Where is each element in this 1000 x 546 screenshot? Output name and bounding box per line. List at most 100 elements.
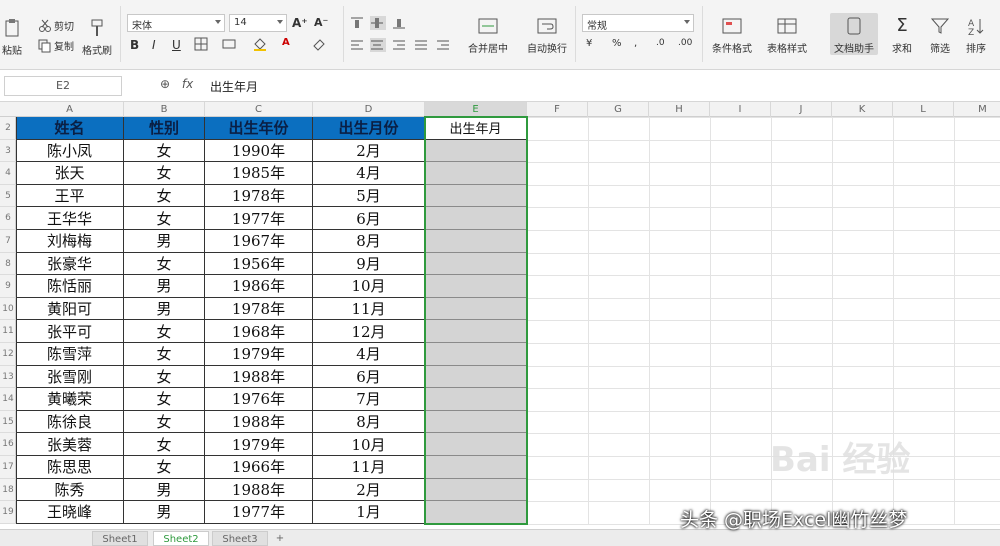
font-shrink-button[interactable]: A⁻: [314, 16, 328, 29]
cell-A4[interactable]: 张天: [16, 162, 124, 185]
cell-E7[interactable]: [425, 230, 527, 253]
row-header-4[interactable]: 4: [0, 162, 16, 185]
cell-B17[interactable]: 女: [124, 456, 205, 479]
cell-C10[interactable]: 1978年: [205, 297, 313, 321]
cell-A17[interactable]: 陈思思: [16, 456, 124, 479]
cell-B6[interactable]: 女: [124, 207, 205, 230]
increase-decimal-button[interactable]: .0: [656, 38, 665, 48]
cell-A14[interactable]: 黄曦荣: [16, 388, 124, 411]
conditional-format-button[interactable]: 条件格式: [712, 16, 752, 55]
cell-A10[interactable]: 黄阳可: [16, 297, 124, 321]
italic-button[interactable]: I: [152, 38, 156, 52]
row-header-5[interactable]: 5: [0, 185, 16, 208]
cell-D7[interactable]: 8月: [313, 230, 425, 253]
cell-D19[interactable]: 1月: [313, 501, 425, 524]
cell-E3[interactable]: [425, 139, 527, 163]
bold-button[interactable]: B: [130, 38, 139, 52]
cell-E12[interactable]: [425, 343, 527, 366]
fill-color-button[interactable]: [253, 37, 269, 51]
cell-D9[interactable]: 10月: [313, 275, 425, 298]
cell-D17[interactable]: 11月: [313, 456, 425, 479]
cell-B14[interactable]: 女: [124, 388, 205, 411]
merge-center-button[interactable]: 合并居中: [468, 16, 508, 55]
column-header-C[interactable]: C: [205, 102, 313, 117]
cell-A7[interactable]: 刘梅梅: [16, 230, 124, 253]
indent-button[interactable]: [436, 38, 452, 52]
cell-D13[interactable]: 6月: [313, 365, 425, 389]
cell-C13[interactable]: 1988年: [205, 365, 313, 389]
column-header-G[interactable]: G: [588, 102, 649, 117]
underline-button[interactable]: U: [172, 38, 181, 52]
cell-D4[interactable]: 4月: [313, 162, 425, 185]
row-header-2[interactable]: 2: [0, 117, 16, 140]
cell-A19[interactable]: 王晓峰: [16, 501, 124, 524]
align-bottom-button[interactable]: [392, 16, 408, 30]
filter-button[interactable]: 筛选: [930, 16, 950, 55]
sheet-tab-3[interactable]: Sheet3: [212, 531, 268, 546]
table-style-button[interactable]: 表格样式: [767, 16, 807, 55]
cell-E16[interactable]: [425, 433, 527, 456]
clear-button[interactable]: [312, 37, 328, 51]
cell-C4[interactable]: 1985年: [205, 162, 313, 185]
column-header-K[interactable]: K: [832, 102, 893, 117]
row-header-10[interactable]: 10: [0, 298, 16, 321]
font-grow-button[interactable]: A⁺: [292, 16, 308, 30]
cell-A13[interactable]: 张雪刚: [16, 365, 124, 389]
cell-B15[interactable]: 女: [124, 410, 205, 434]
cell-C7[interactable]: 1967年: [205, 230, 313, 253]
cell-C5[interactable]: 1978年: [205, 184, 313, 208]
cell-C11[interactable]: 1968年: [205, 320, 313, 343]
font-name-select[interactable]: 宋体: [127, 14, 225, 32]
cell-A6[interactable]: 王华华: [16, 207, 124, 230]
row-header-3[interactable]: 3: [0, 140, 16, 163]
row-header-8[interactable]: 8: [0, 253, 16, 276]
cell-C8[interactable]: 1956年: [205, 252, 313, 276]
cell-E5[interactable]: [425, 184, 527, 208]
cell-E10[interactable]: [425, 297, 527, 321]
row-header-16[interactable]: 16: [0, 433, 16, 456]
row-header-19[interactable]: 19: [0, 501, 16, 524]
cell-D6[interactable]: 6月: [313, 207, 425, 230]
align-center-button[interactable]: [370, 38, 386, 52]
border-button[interactable]: [194, 37, 210, 51]
align-top-button[interactable]: [350, 16, 366, 30]
cell-D18[interactable]: 2月: [313, 478, 425, 502]
sort-button[interactable]: AZ 排序: [966, 16, 986, 55]
cell-B2[interactable]: 性别: [124, 117, 205, 140]
cell-E11[interactable]: [425, 320, 527, 343]
cell-D15[interactable]: 8月: [313, 410, 425, 434]
sheet-tab-2[interactable]: Sheet2: [153, 531, 209, 546]
column-header-H[interactable]: H: [649, 102, 710, 117]
cell-D8[interactable]: 9月: [313, 252, 425, 276]
row-header-15[interactable]: 15: [0, 411, 16, 434]
format-painter-button[interactable]: 格式刷: [82, 18, 112, 57]
cell-B4[interactable]: 女: [124, 162, 205, 185]
cell-C17[interactable]: 1966年: [205, 456, 313, 479]
row-header-14[interactable]: 14: [0, 388, 16, 411]
cell-E2[interactable]: 出生年月: [425, 117, 527, 140]
cell-C2[interactable]: 出生年份: [205, 117, 313, 140]
justify-button[interactable]: [414, 38, 430, 52]
cell-D5[interactable]: 5月: [313, 184, 425, 208]
cell-D10[interactable]: 11月: [313, 297, 425, 321]
cell-A8[interactable]: 张豪华: [16, 252, 124, 276]
column-header-F[interactable]: F: [527, 102, 588, 117]
cell-C19[interactable]: 1977年: [205, 501, 313, 524]
column-header-B[interactable]: B: [124, 102, 205, 117]
zoom-icon[interactable]: ⊕: [160, 77, 170, 91]
cell-E18[interactable]: [425, 478, 527, 502]
cell-B18[interactable]: 男: [124, 478, 205, 502]
cut-button[interactable]: 剪切: [38, 18, 74, 33]
cell-D16[interactable]: 10月: [313, 433, 425, 456]
font-color-button[interactable]: A: [282, 37, 290, 48]
row-header-13[interactable]: 13: [0, 366, 16, 389]
column-header-M[interactable]: M: [954, 102, 1000, 117]
cell-A3[interactable]: 陈小凤: [16, 139, 124, 163]
cell-E9[interactable]: [425, 275, 527, 298]
cell-E19[interactable]: [425, 501, 527, 524]
cell-E8[interactable]: [425, 252, 527, 276]
cell-style-button[interactable]: [222, 37, 238, 51]
cell-A15[interactable]: 陈徐良: [16, 410, 124, 434]
cell-C16[interactable]: 1979年: [205, 433, 313, 456]
sheet-tab-1[interactable]: Sheet1: [92, 531, 148, 546]
